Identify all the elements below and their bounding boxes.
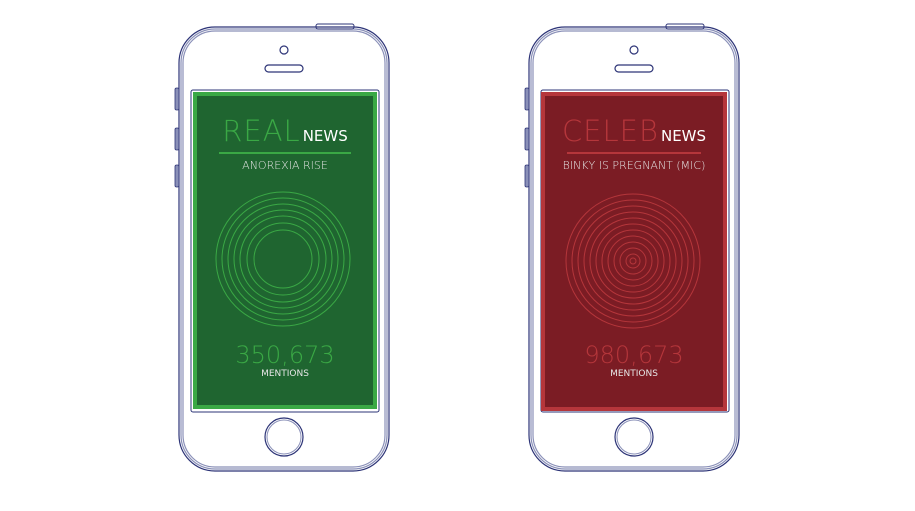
ring [595, 223, 671, 299]
ring [577, 205, 689, 317]
camera-icon [279, 45, 289, 55]
side-button [174, 164, 180, 188]
ring [625, 253, 641, 269]
ring [227, 203, 339, 315]
home-button [264, 417, 304, 457]
mention-label: MENTIONS [261, 369, 309, 379]
ring [601, 229, 665, 293]
side-button [524, 164, 530, 188]
side-button [174, 127, 180, 151]
ring [589, 217, 677, 305]
ring [215, 191, 351, 327]
mention-count: 350,673 [235, 341, 335, 369]
home-button-inner [616, 419, 652, 455]
mention-label: MENTIONS [610, 369, 658, 379]
ring [629, 257, 637, 265]
side-button [524, 87, 530, 111]
ring [233, 209, 333, 309]
ring [583, 211, 683, 311]
ring [239, 215, 327, 303]
ring [253, 229, 313, 289]
ring [246, 222, 320, 296]
screen-celeb-news: CELEB NEWS BINKY IS PREGNANT (MIC) 980,67… [541, 92, 727, 411]
ring [565, 193, 701, 329]
side-button [174, 87, 180, 111]
camera-icon [629, 45, 639, 55]
phone-celeb-news: CELEB NEWS BINKY IS PREGNANT (MIC) 980,67… [518, 0, 758, 511]
screen-real-news: REAL NEWS ANOREXIA RISE 350,673 MENTIONS [193, 92, 377, 409]
speaker-grille [264, 64, 304, 73]
mention-count: 980,673 [584, 341, 684, 369]
phone-real-news: REAL NEWS ANOREXIA RISE 350,673 MENTIONS [168, 0, 408, 511]
speaker-grille [614, 64, 654, 73]
home-button [614, 417, 654, 457]
side-button [524, 127, 530, 151]
ring [619, 247, 647, 275]
home-button-inner [266, 419, 302, 455]
ring [607, 235, 659, 287]
